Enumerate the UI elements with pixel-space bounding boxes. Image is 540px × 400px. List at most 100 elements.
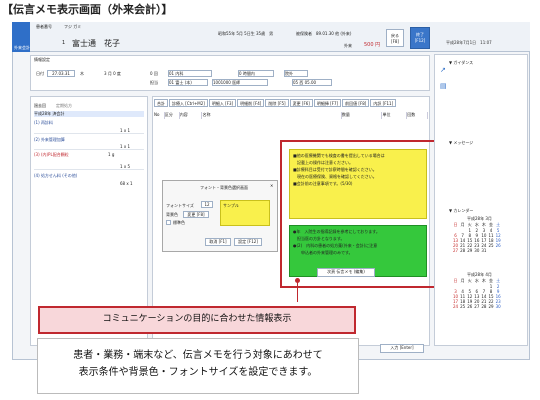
cancel-button[interactable]: 取消 [F1] (205, 238, 231, 246)
doctor-select[interactable]: 01 富士 (本) (168, 79, 208, 86)
table-header-cell: 内容 (180, 112, 203, 119)
ymd-field[interactable]: 05 西 05.00 (292, 79, 332, 86)
table-header-cell: 名称 (202, 112, 342, 119)
end-button[interactable]: 終了 [F12] (410, 27, 430, 49)
birth-info: 昭和55年 5月 5日生 35歳 男 (218, 31, 274, 36)
history-item-4-qty: 68 x 1 (120, 181, 133, 186)
date-field[interactable]: 27.03.31 (47, 70, 75, 77)
calendar-day (487, 248, 494, 253)
memo-yellow-box: ■他の医療機関でも検査の書を提出している場合は 記載上の操作は注意ください。 ■診… (289, 149, 427, 219)
calendar-table: 日月火水木金土 1 2 3 4 5 6 7 8 9 10 11 12 13 14 15 16 17 18 19 20 21… (452, 222, 502, 253)
calendar-day[interactable]: 26 (495, 243, 502, 248)
calendar-1: 日月火水木金土 1 2 3 4 5 6 7 8 9 10 11 12 13 14 15 16 17 18 19 20 21… (452, 222, 502, 253)
page-title: 【伝言メモ表示画面（外来会計）】 (2, 3, 173, 16)
count-text: 3 月 0 度 (104, 71, 121, 76)
action-tab[interactable]: 削除 [F5] (265, 99, 289, 107)
action-tab[interactable]: 内訳 [F11] (370, 99, 397, 107)
calendar-title: ▼ カレンダー (449, 208, 474, 213)
back-button[interactable]: 戻る [F8] (386, 29, 404, 47)
calendar-day[interactable]: 30 (495, 304, 502, 309)
insurance-info: 被保険者 89.01.30 他 (外来) (296, 31, 352, 36)
history-selected-row[interactable]: 平成28年 済会計 (34, 111, 144, 117)
doctor-code-select[interactable]: 1001000 医師 (212, 79, 268, 86)
dept-select[interactable]: 01 内科 (168, 70, 212, 77)
action-tab[interactable]: 明細入 [F3] (208, 99, 237, 107)
section-label: 情報設定 (34, 57, 50, 62)
calendar-day (495, 248, 502, 253)
time-select[interactable]: 0 時間内 (238, 70, 274, 77)
action-tab[interactable]: 変更 [F6] (289, 99, 313, 107)
memo-line: ●(2) 内科の患者の処方薬(外来・会計)に注意 (293, 243, 378, 248)
divider (34, 133, 144, 134)
logo-label: 外来会計 (14, 45, 30, 50)
calendar-1-title: 平成28年 3月 (467, 216, 492, 221)
message-title: ▼ メッセージ (449, 140, 474, 145)
memo-line: 記載上の操作は注意ください。 (293, 160, 353, 165)
callout-dot (295, 278, 300, 283)
action-tab[interactable]: 明細削 [F4] (237, 99, 265, 107)
datetime-display: 平成28年7月1日 11:07 (446, 40, 492, 45)
history-item-4[interactable]: (4) 処方せん料 (その他) (34, 173, 77, 178)
memo-line: ■他の医療機関でも検査の書を提出している場合は (293, 153, 385, 158)
dow-text: 木 (80, 71, 84, 76)
table-header-cell: No (154, 112, 165, 119)
font-size-select[interactable]: 12 (201, 201, 213, 208)
out-select[interactable]: 院外 (284, 70, 308, 77)
calendar-day[interactable]: 24 (452, 304, 459, 309)
tab-history[interactable]: 過去回 (34, 103, 46, 108)
input-button[interactable]: 入力 [Enter] (380, 344, 424, 353)
ok-button[interactable]: 設定 [F12] (234, 238, 262, 246)
patient-id: 1 (62, 40, 66, 46)
action-tabs: 合計 診療入 [Ctrl+M2] 明細入 [F3] 明細削 [F4] 削除 [F5] 変更… (154, 99, 428, 107)
date-label: 日付 (36, 71, 44, 76)
action-tab[interactable]: 前回値 [F8] (342, 99, 370, 107)
calendar-day[interactable]: 25 (459, 304, 466, 309)
calendar-day[interactable]: 29 (487, 304, 494, 309)
calendar-day[interactable]: 27 (473, 304, 480, 309)
action-tab[interactable]: 診療入 [Ctrl+M2] (169, 99, 208, 107)
table-header-cell: 区分 (165, 112, 180, 119)
amount-value: 500 円 (364, 42, 381, 48)
calendar-day[interactable]: 26 (466, 304, 473, 309)
font-dialog-title: フォント・背景色選択画面 (200, 185, 248, 190)
tab-regular[interactable]: 定期処方 (56, 103, 72, 108)
calendar-day[interactable]: 30 (473, 248, 480, 253)
divider (34, 149, 144, 150)
external-link-icon[interactable]: ↗ (440, 66, 446, 74)
patient-id-label: 患者番号 (36, 24, 52, 29)
guidance-title: ▼ ガイダンス (449, 60, 474, 65)
divider (34, 169, 144, 170)
calendar-day[interactable]: 27 (452, 248, 459, 253)
patient-name: 富士通 花子 (72, 39, 120, 48)
calendar-day[interactable]: 28 (480, 304, 487, 309)
history-item-3[interactable]: (3) (内)PL配合顆粒 (34, 152, 69, 157)
action-tab[interactable]: 合計 (154, 99, 168, 107)
standard-color-label: 標準色 (173, 220, 185, 225)
calendar-day[interactable]: 28 (459, 248, 466, 253)
description-line-2: 表示条件や背景色・フォントサイズを設定できます。 (78, 367, 318, 378)
font-size-label: フォントサイズ (166, 203, 194, 208)
history-item-2[interactable]: (2) 外来管理加算 (34, 137, 65, 142)
memo-line: ■会計前の注意事項です。(5/30) (293, 181, 353, 186)
doctor-label: 担当 (150, 80, 158, 85)
change-color-button[interactable]: 変更 [F8] (183, 211, 209, 218)
table-header-cell: 回数 (407, 112, 428, 119)
history-item-1[interactable]: (1) 再診料 (34, 120, 53, 125)
callout-connector (297, 280, 298, 302)
calendar-2: 日月火水木金土 1 2 3 4 5 6 7 8 9 10 11 12 13 14 15 16 17 18 19 20 21… (452, 278, 502, 309)
count2-text: 0 回 (150, 71, 158, 76)
sample-preview: サンプル (220, 200, 270, 226)
calendar-day[interactable]: 25 (487, 243, 494, 248)
calendar-day[interactable]: 31 (480, 248, 487, 253)
calendar-day[interactable]: 29 (466, 248, 473, 253)
memo-line: 申込者の外来管理のみです。 (293, 250, 353, 255)
standard-color-checkbox[interactable] (166, 220, 171, 225)
memo-edit-button[interactable]: 次頁 伝言メモ (編集) (317, 268, 375, 277)
feature-description: 患者・業務・端末など、伝言メモを行う対象にあわせて 表示条件や背景色・フォントサ… (37, 338, 359, 394)
visit-label: 外来 (344, 43, 352, 48)
close-icon[interactable]: ✕ (270, 183, 273, 188)
detail-table-header: No 区分 内容 名称 数量 単位 回数 (154, 112, 428, 119)
action-tab[interactable]: 明細挿 [F7] (313, 99, 342, 107)
calendar-2-title: 平成28年 4月 (467, 272, 492, 277)
document-icon[interactable]: ▤ (440, 82, 447, 90)
